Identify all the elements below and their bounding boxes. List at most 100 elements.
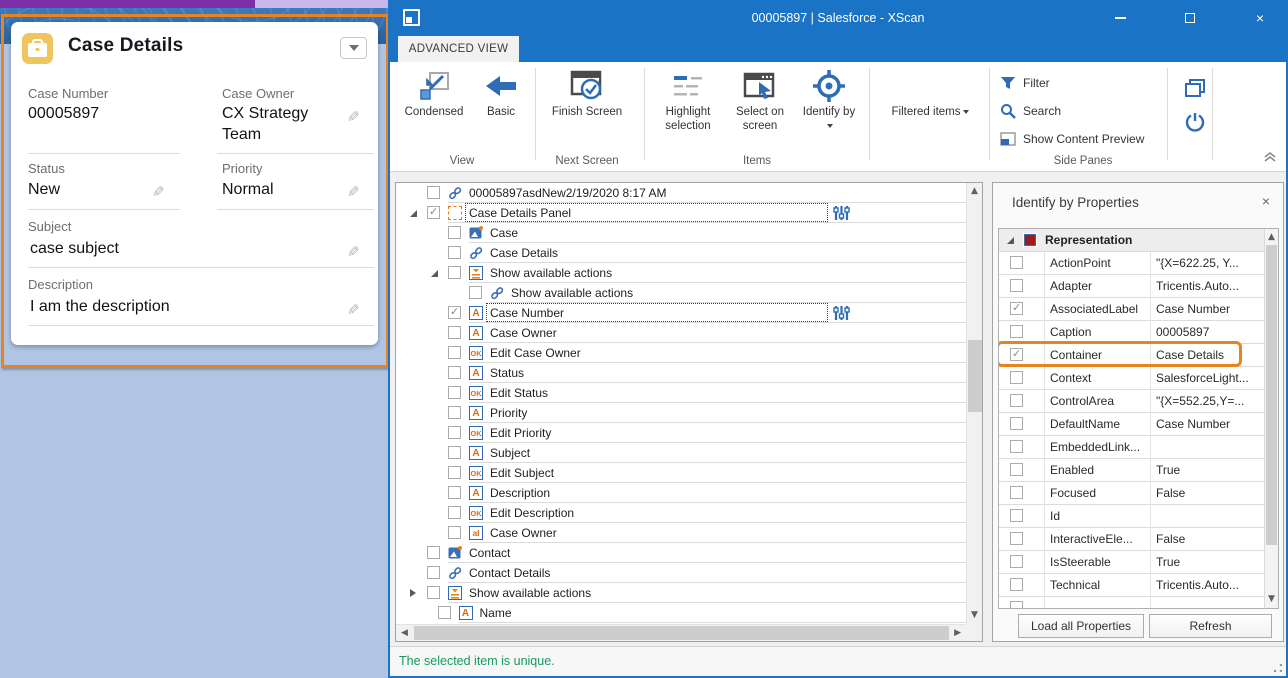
checkbox[interactable] [448, 506, 461, 519]
checkbox[interactable] [427, 186, 440, 199]
collapse-ribbon-button[interactable] [1262, 150, 1278, 168]
close-panel-icon[interactable]: × [1262, 193, 1270, 209]
edit-pencil-icon[interactable]: ✎ [347, 243, 360, 261]
property-row[interactable] [999, 597, 1278, 609]
property-row[interactable]: ActionPoint"{X=622.25, Y... [999, 252, 1278, 275]
checkbox[interactable] [1010, 440, 1023, 453]
scrollbar-thumb[interactable] [1266, 245, 1277, 545]
checkbox[interactable] [448, 446, 461, 459]
tree-row[interactable]: A Subject [396, 443, 966, 463]
titlebar[interactable]: 00005897 | Salesforce - XScan × [388, 0, 1288, 36]
tree-row[interactable]: 00005897asdNew2/19/2020 8:17 AM [396, 183, 966, 203]
checkbox[interactable] [448, 326, 461, 339]
checkbox[interactable] [448, 306, 461, 319]
checkbox[interactable] [427, 586, 440, 599]
tree-row[interactable]: Show available actions [396, 263, 966, 283]
property-row[interactable]: InteractiveEle...False [999, 528, 1278, 551]
property-row[interactable]: DefaultNameCase Number [999, 413, 1278, 436]
tree-row[interactable]: A Status [396, 363, 966, 383]
checkbox[interactable] [1010, 325, 1023, 338]
checkbox[interactable] [448, 406, 461, 419]
checkbox[interactable] [448, 246, 461, 259]
tab-advanced-view[interactable]: ADVANCED VIEW [398, 36, 519, 62]
tree-row[interactable]: OK Edit Case Owner [396, 343, 966, 363]
checkbox[interactable] [1010, 279, 1023, 292]
property-row[interactable]: FocusedFalse [999, 482, 1278, 505]
expander-open-icon[interactable] [1007, 237, 1014, 244]
scroll-down-icon[interactable]: ▼ [971, 611, 978, 620]
property-row[interactable]: IsSteerableTrue [999, 551, 1278, 574]
checkbox[interactable] [448, 526, 461, 539]
checkbox[interactable] [1010, 463, 1023, 476]
condensed-button[interactable]: Condensed [396, 64, 472, 152]
maximize-button[interactable] [1168, 0, 1212, 36]
card-actions-dropdown[interactable] [340, 37, 367, 59]
tree-row[interactable]: A Description [396, 483, 966, 503]
checkbox[interactable] [448, 466, 461, 479]
checkbox[interactable] [1010, 509, 1023, 522]
filtered-items-button[interactable]: Filtered items [882, 64, 978, 152]
load-all-properties-button[interactable]: Load all Properties [1018, 614, 1144, 638]
expander-open-icon[interactable] [410, 210, 417, 217]
expander-open-icon[interactable] [431, 270, 438, 277]
checkbox[interactable] [448, 486, 461, 499]
tree-row[interactable]: Case Details Panel [396, 203, 966, 223]
edit-pencil-icon[interactable]: ✎ [152, 183, 165, 201]
scroll-right-icon[interactable]: ▶ [954, 629, 961, 638]
checkbox[interactable] [427, 566, 440, 579]
checkbox[interactable] [1010, 417, 1023, 430]
tree-row[interactable]: OK Edit Status [396, 383, 966, 403]
scroll-up-icon[interactable]: ▲ [971, 187, 978, 196]
edit-pencil-icon[interactable]: ✎ [347, 301, 360, 319]
tree-row[interactable]: Show available actions [396, 283, 966, 303]
resize-grip[interactable] [1274, 664, 1282, 672]
property-row[interactable]: TechnicalTricentis.Auto... [999, 574, 1278, 597]
property-row[interactable]: AssociatedLabelCase Number [999, 298, 1278, 321]
property-row[interactable]: Id [999, 505, 1278, 528]
checkbox[interactable] [1010, 394, 1023, 407]
property-row[interactable]: AdapterTricentis.Auto... [999, 275, 1278, 298]
tree-row[interactable]: aI Case Owner [396, 523, 966, 543]
tree-row[interactable]: A Priority [396, 403, 966, 423]
checkbox[interactable] [1010, 486, 1023, 499]
vertical-scrollbar[interactable]: ▲ ▼ [966, 183, 982, 624]
checkbox[interactable] [469, 286, 482, 299]
checkbox[interactable] [1010, 302, 1023, 315]
checkbox[interactable] [448, 366, 461, 379]
cascade-windows-button[interactable] [1184, 78, 1206, 103]
property-row[interactable]: EmbeddedLink... [999, 436, 1278, 459]
vertical-scrollbar[interactable]: ▲ ▼ [1264, 229, 1278, 608]
scroll-down-icon[interactable]: ▼ [1268, 595, 1275, 604]
edit-pencil-icon[interactable]: ✎ [347, 108, 360, 126]
property-row[interactable]: ControlArea"{X=552.25,Y=... [999, 390, 1278, 413]
basic-button[interactable]: Basic [474, 64, 528, 152]
scrollbar-thumb[interactable] [414, 626, 949, 640]
checkbox[interactable] [1010, 601, 1023, 609]
checkbox[interactable] [1010, 532, 1023, 545]
tree-row[interactable]: Case Details [396, 243, 966, 263]
tree-row[interactable]: Contact [396, 543, 966, 563]
tree-row[interactable]: Case [396, 223, 966, 243]
select-on-screen-button[interactable]: Select on screen [726, 64, 794, 152]
property-row[interactable]: EnabledTrue [999, 459, 1278, 482]
tree-row[interactable]: OK Edit Description [396, 503, 966, 523]
property-row[interactable]: ContextSalesforceLight... [999, 367, 1278, 390]
horizontal-scrollbar[interactable]: ◀ ▶ [396, 624, 966, 641]
tree-row[interactable]: A Case Owner [396, 323, 966, 343]
search-button[interactable]: Search [1000, 98, 1061, 124]
edit-pencil-icon[interactable]: ✎ [347, 183, 360, 201]
minimize-button[interactable] [1098, 0, 1142, 36]
scrollbar-thumb[interactable] [968, 340, 982, 412]
checkbox[interactable] [448, 386, 461, 399]
show-content-preview-button[interactable]: Show Content Preview [1000, 126, 1144, 152]
tree-row[interactable]: Contact Details [396, 563, 966, 583]
checkbox[interactable] [448, 426, 461, 439]
tree-row[interactable]: Show available actions [396, 583, 966, 603]
finish-screen-button[interactable]: Finish Screen [544, 64, 630, 152]
tree-row[interactable]: OK Edit Priority [396, 423, 966, 443]
checkbox[interactable] [448, 346, 461, 359]
filter-button[interactable]: Filter [1000, 70, 1050, 96]
checkbox[interactable] [1010, 578, 1023, 591]
scroll-up-icon[interactable]: ▲ [1268, 233, 1275, 242]
checkbox[interactable] [1010, 371, 1023, 384]
